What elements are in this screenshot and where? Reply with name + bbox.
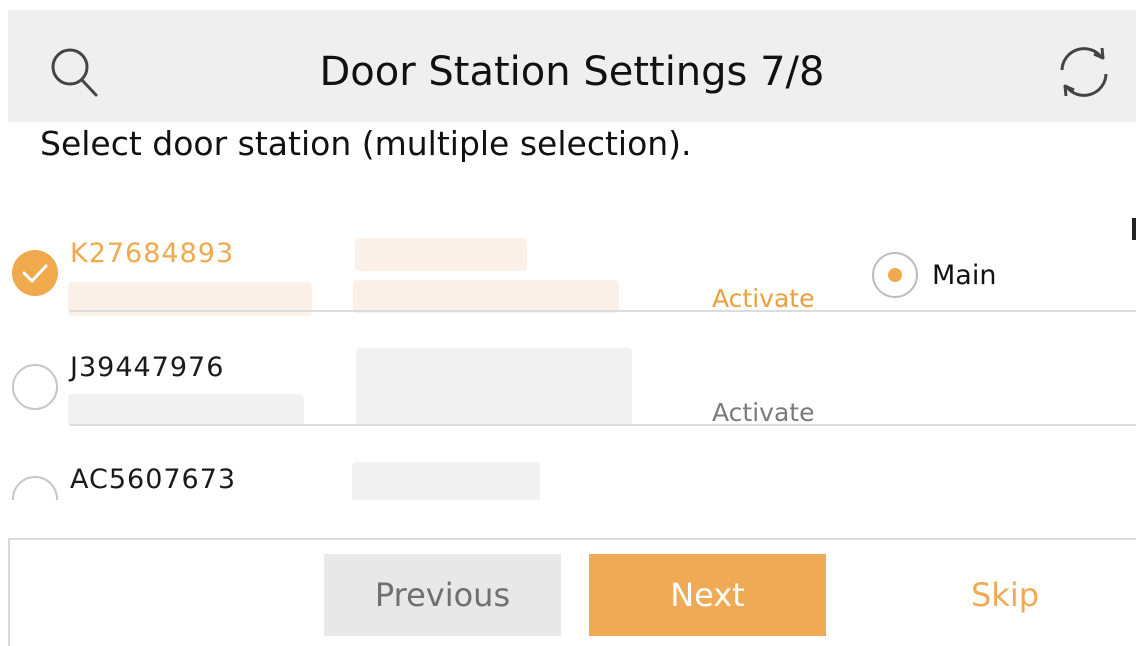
skip-button[interactable]: Skip — [940, 554, 1070, 636]
redacted-field — [353, 280, 619, 313]
redacted-field — [355, 238, 527, 271]
redacted-field — [352, 462, 540, 500]
check-icon — [22, 264, 48, 283]
station-serial: AC5607673 — [70, 464, 237, 495]
station-checkbox-checked[interactable] — [12, 250, 58, 296]
main-radio-label: Main — [932, 260, 997, 291]
header-bar: Door Station Settings 7/8 — [8, 10, 1136, 122]
instruction-text: Select door station (multiple selection)… — [40, 124, 692, 163]
station-row[interactable]: AC5607673 — [0, 428, 1136, 500]
redacted-field — [356, 348, 632, 426]
row-divider — [70, 424, 1136, 426]
radio-selected-dot — [888, 268, 902, 282]
station-checkbox[interactable] — [12, 364, 58, 410]
previous-button[interactable]: Previous — [324, 554, 561, 636]
station-serial: J39447976 — [70, 352, 225, 383]
door-station-list[interactable]: K27684893 Activate Main J39447976 Activa… — [0, 200, 1136, 500]
activate-link[interactable]: Activate — [712, 284, 814, 313]
activate-link[interactable]: Activate — [712, 398, 814, 427]
refresh-icon — [1060, 47, 1108, 97]
station-row[interactable]: J39447976 Activate — [0, 314, 1136, 427]
main-radio[interactable] — [872, 252, 918, 298]
refresh-button[interactable] — [1054, 40, 1114, 104]
scroll-edge-marker — [1132, 218, 1136, 240]
redacted-field — [68, 394, 304, 426]
station-checkbox[interactable] — [12, 476, 58, 500]
page-title: Door Station Settings 7/8 — [319, 49, 825, 95]
row-divider — [70, 310, 1136, 312]
station-serial: K27684893 — [70, 238, 235, 269]
next-button[interactable]: Next — [589, 554, 826, 636]
station-row[interactable]: K27684893 Activate Main — [0, 200, 1136, 316]
